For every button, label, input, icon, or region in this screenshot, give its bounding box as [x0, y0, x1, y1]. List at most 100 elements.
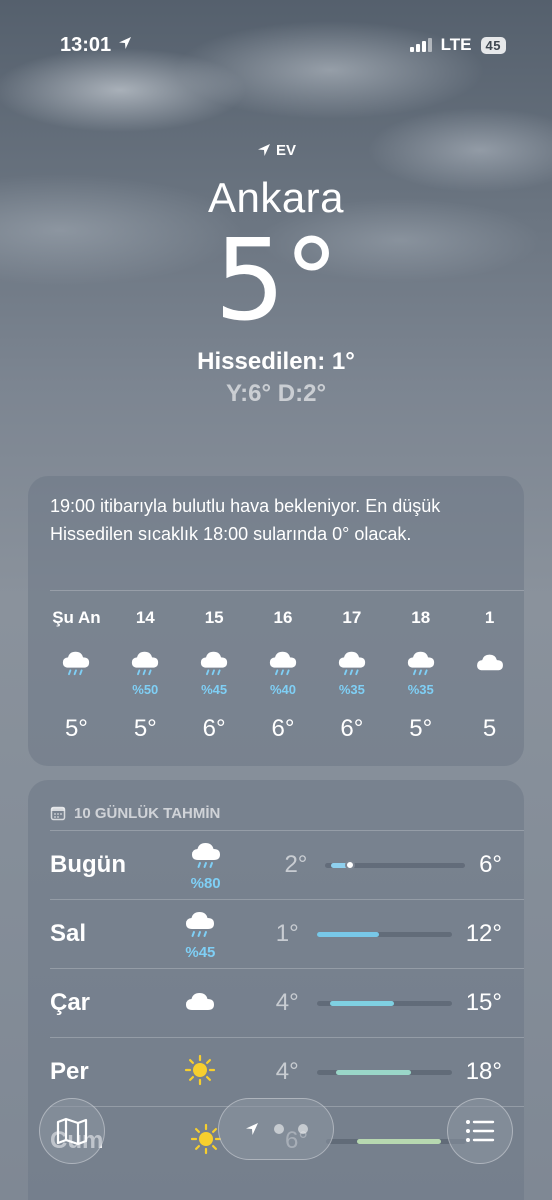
status-bar: 13:01 LTE 45 [0, 28, 552, 62]
sun-icon [183, 1053, 217, 1092]
hour-temperature: 5° [64, 715, 88, 742]
hour-label: 18 [411, 608, 431, 627]
day-name: Per [50, 1058, 89, 1085]
rain-cloud-icon [267, 647, 299, 682]
status-right: LTE 45 [409, 35, 506, 55]
hour-precipitation: %45 [201, 681, 228, 697]
hour-icon-wrap: %35 [405, 641, 437, 703]
list-icon [466, 1120, 495, 1142]
day-icon-wrap: %80 [164, 838, 248, 892]
page-indicator[interactable] [218, 1098, 334, 1160]
hour-temperature: 6° [202, 715, 226, 742]
city-name: Ankara [207, 174, 345, 221]
hour-temperature: 5 [482, 715, 497, 742]
map-button[interactable] [39, 1098, 105, 1164]
battery-icon: 45 [480, 36, 506, 54]
page-dot [298, 1124, 308, 1134]
hour-icon-wrap [60, 641, 92, 703]
day-precipitation: %45 [185, 944, 216, 961]
status-left: 13:01 [60, 34, 133, 57]
hour-precipitation: %40 [269, 681, 297, 697]
rain-cloud-icon [336, 647, 368, 682]
hour-temperature: 5° [133, 715, 157, 742]
page-dot [274, 1124, 284, 1134]
feels-like: Hissedilen: 1° [197, 348, 355, 375]
hour-temperature: 6° [271, 715, 295, 742]
hour-icon-wrap: %45 [198, 641, 230, 703]
rain-cloud-icon [189, 838, 223, 875]
location-services-icon [117, 34, 133, 57]
day-row[interactable]: Bugün %80 2° 6° [50, 830, 524, 899]
hour-label: 1 [484, 608, 495, 627]
location-arrow-icon [257, 144, 270, 156]
hour-precipitation: %35 [338, 681, 365, 697]
day-icon-wrap: %45 [160, 907, 241, 961]
signal-icon [409, 38, 432, 52]
cloud-icon [183, 988, 217, 1019]
daily-header-label: 10 GÜNLÜK TAHMİN [74, 804, 221, 822]
day-precipitation: %80 [190, 875, 221, 892]
day-name: Çar [50, 989, 91, 1016]
hour-label: Şu An [52, 608, 101, 627]
hour-item: Şu An 5° [42, 603, 111, 743]
current-temperature: 5° [214, 216, 339, 346]
day-low: 4° [275, 1058, 299, 1085]
day-name: Bugün [50, 851, 126, 878]
weather-header: EV Ankara 5° Hissedilen: 1° Y:6° D:2° [0, 140, 552, 408]
rain-cloud-icon [60, 647, 92, 682]
hour-icon-wrap: %50 [129, 641, 161, 703]
rain-cloud-icon [198, 647, 230, 682]
cloud-icon [474, 650, 506, 679]
day-name: Sal [50, 920, 87, 947]
hour-icon-wrap: %40 [267, 641, 299, 703]
day-high: 6° [479, 851, 503, 878]
hour-icon-wrap: %35 [336, 641, 368, 703]
list-button[interactable] [447, 1098, 513, 1164]
hour-label: 16 [273, 608, 293, 627]
day-high: 15° [465, 989, 502, 1016]
day-row[interactable]: Çar 4° 15° [50, 968, 524, 1037]
day-low: 2° [284, 851, 308, 878]
day-icon-wrap [160, 1053, 241, 1092]
day-high: 18° [465, 1058, 502, 1085]
day-low: 1° [275, 920, 299, 947]
temperature-range-fill [335, 1069, 412, 1075]
location-arrow-icon [246, 1123, 258, 1135]
hour-item: 18 %35 5° [386, 603, 455, 743]
map-icon [56, 1117, 88, 1146]
temperature-range-bar [316, 931, 452, 937]
day-high: 12° [465, 920, 502, 947]
hour-item: 15 %45 6° [180, 603, 249, 743]
hour-item: 14 %50 5° [111, 603, 180, 743]
home-label: EV [0, 140, 552, 160]
day-row[interactable]: Sal %45 1° 12° [50, 899, 524, 968]
forecast-summary: 19:00 itibarıyla bulutlu hava bekleniyor… [50, 496, 441, 544]
day-row[interactable]: Per 4° 18° [50, 1037, 524, 1106]
high-low: Y:6° D:2° [225, 380, 327, 407]
hour-precipitation: %35 [407, 681, 434, 697]
hour-item: 17 %35 6° [317, 603, 386, 743]
temperature-range-bar [316, 1000, 452, 1006]
hourly-forecast-card[interactable]: 19:00 itibarıyla bulutlu hava bekleniyor… [28, 476, 524, 766]
temperature-range-bar [325, 860, 466, 870]
hour-label: 15 [204, 608, 224, 627]
hourly-list[interactable]: Şu An 5° 14 %50 5° 15 %45 6° 16 %40 6° 17 %35 6° 18 %35… [28, 591, 524, 743]
rain-cloud-icon [183, 907, 217, 944]
temperature-range-fill [316, 931, 379, 937]
hour-icon-wrap [474, 641, 506, 703]
temperature-range-fill [356, 1138, 441, 1144]
hour-item: 15 [455, 603, 524, 743]
temperature-range-fill [330, 1000, 394, 1006]
temperature-range-bar [326, 1138, 466, 1144]
network-label: LTE [440, 35, 472, 54]
temperature-range-bar [316, 1069, 452, 1075]
hour-temperature: 6° [340, 715, 364, 742]
hour-item: 16 %40 6° [249, 603, 318, 743]
current-temp-marker [344, 860, 355, 870]
status-time: 13:01 [60, 33, 112, 56]
day-low: 4° [275, 989, 299, 1016]
calendar-icon [50, 806, 66, 821]
hour-temperature: 5° [409, 715, 433, 742]
hour-label: 17 [342, 608, 362, 627]
daily-header: 10 GÜNLÜK TAHMİN [28, 780, 524, 830]
